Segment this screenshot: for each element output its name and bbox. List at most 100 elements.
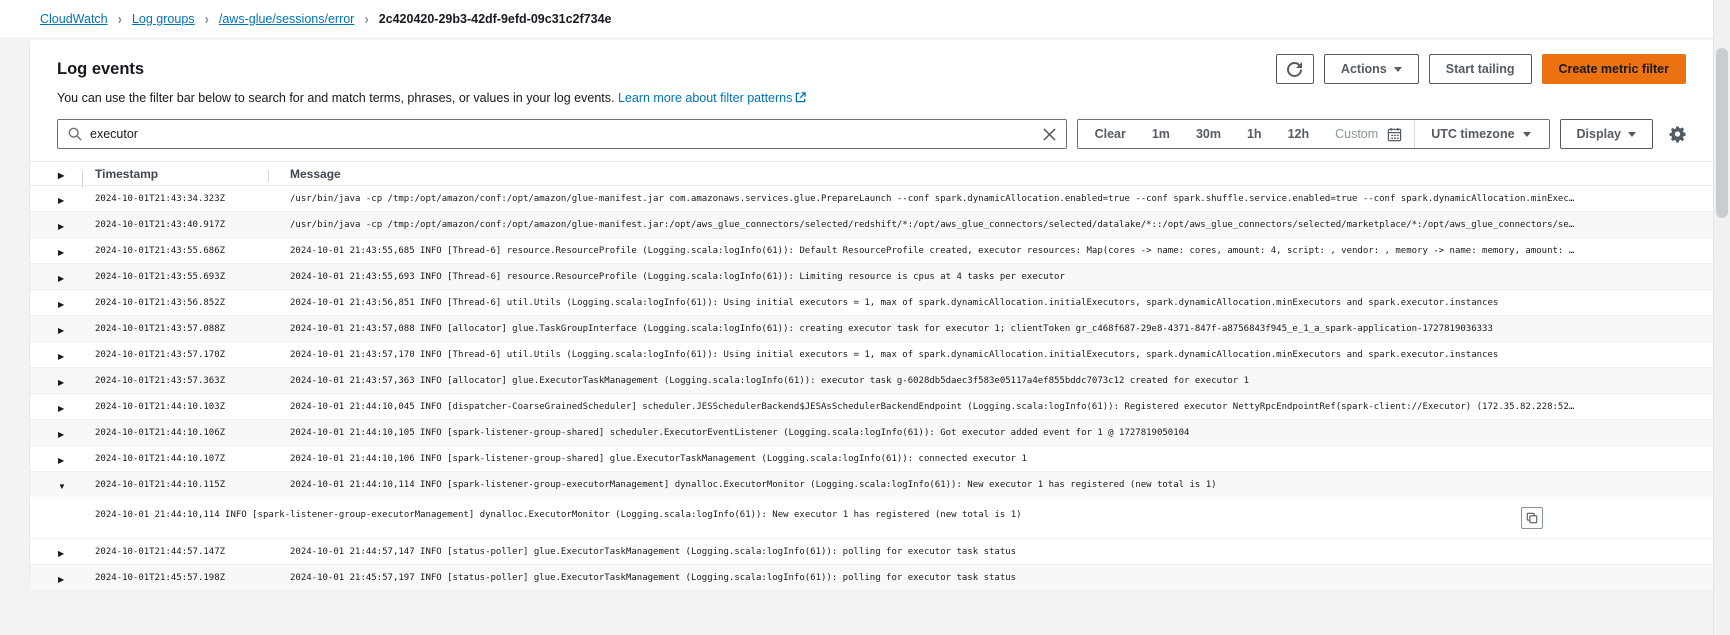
- table-row[interactable]: ▶ 2024-10-01T21:43:55.686Z 2024-10-01 21…: [30, 238, 1713, 264]
- display-dropdown[interactable]: Display: [1560, 119, 1653, 149]
- table-row[interactable]: ▶ 2024-10-01T21:43:57.170Z 2024-10-01 21…: [30, 342, 1713, 368]
- copy-icon: [1526, 512, 1538, 524]
- range-1h-button[interactable]: 1h: [1234, 127, 1275, 141]
- row-message: 2024-10-01 21:43:57,088 INFO [allocator]…: [268, 324, 1713, 334]
- gear-icon: [1669, 126, 1686, 143]
- row-expand-icon[interactable]: ▶: [58, 430, 64, 439]
- row-timestamp: 2024-10-01T21:43:34.323Z: [82, 194, 268, 204]
- table-header-row: ▶ Timestamp Message: [30, 161, 1713, 186]
- row-timestamp: 2024-10-01T21:43:55.686Z: [82, 246, 268, 256]
- row-message: 2024-10-01 21:43:56,851 INFO [Thread-6] …: [268, 298, 1713, 308]
- breadcrumb: CloudWatch › Log groups › /aws-glue/sessions…: [0, 0, 1713, 37]
- range-30m-button[interactable]: 30m: [1183, 127, 1234, 141]
- row-message: /usr/bin/java -cp /tmp:/opt/amazon/conf:…: [268, 220, 1713, 230]
- row-timestamp: 2024-10-01T21:44:10.106Z: [82, 428, 268, 438]
- row-message: 2024-10-01 21:43:57,170 INFO [Thread-6] …: [268, 350, 1713, 360]
- calendar-icon[interactable]: [1385, 127, 1412, 142]
- row-expand-icon[interactable]: ▶: [58, 248, 64, 257]
- expanded-message: 2024-10-01 21:44:10,114 INFO [spark-list…: [95, 510, 1513, 520]
- row-expand-icon[interactable]: ▶: [58, 300, 64, 309]
- table-row[interactable]: ▶ 2024-10-01T21:44:57.147Z 2024-10-01 21…: [30, 539, 1713, 565]
- learn-more-link[interactable]: Learn more about filter patterns: [618, 91, 806, 105]
- breadcrumb-link[interactable]: CloudWatch: [40, 12, 108, 26]
- table-row[interactable]: ▶ 2024-10-01T21:43:55.693Z 2024-10-01 21…: [30, 264, 1713, 290]
- chevron-down-icon: [1523, 132, 1531, 137]
- start-tailing-label: Start tailing: [1446, 62, 1515, 76]
- table-row[interactable]: ▶ 2024-10-01T21:43:56.852Z 2024-10-01 21…: [30, 290, 1713, 316]
- row-timestamp: 2024-10-01T21:43:40.917Z: [82, 220, 268, 230]
- actions-label: Actions: [1341, 62, 1387, 76]
- log-events-table: ▶ Timestamp Message ▶ 2024-10-01T21:43:3…: [30, 161, 1713, 591]
- table-row[interactable]: ▶ 2024-10-01T21:45:57.198Z 2024-10-01 21…: [30, 565, 1713, 591]
- row-timestamp: 2024-10-01T21:44:10.103Z: [82, 402, 268, 412]
- row-expand-icon[interactable]: ▶: [58, 549, 64, 558]
- log-rows: ▶ 2024-10-01T21:43:34.323Z /usr/bin/java…: [30, 186, 1713, 591]
- row-timestamp: 2024-10-01T21:43:55.693Z: [82, 272, 268, 282]
- create-metric-filter-button[interactable]: Create metric filter: [1542, 54, 1686, 84]
- row-expand-icon[interactable]: ▶: [58, 456, 64, 465]
- breadcrumb-link[interactable]: Log groups: [132, 12, 195, 26]
- table-row[interactable]: ▶ 2024-10-01T21:43:40.917Z /usr/bin/java…: [30, 212, 1713, 238]
- page-title: Log events: [57, 60, 144, 79]
- row-timestamp: 2024-10-01T21:44:10.107Z: [82, 454, 268, 464]
- custom-range-button[interactable]: Custom: [1322, 127, 1385, 141]
- copy-button[interactable]: [1521, 507, 1543, 529]
- table-row[interactable]: ▶ 2024-10-01T21:43:57.088Z 2024-10-01 21…: [30, 316, 1713, 342]
- scrollbar-thumb[interactable]: [1716, 48, 1728, 218]
- time-range-control: Clear 1m 30m 1h 12h Custom UTC timezone: [1077, 119, 1550, 149]
- clear-range-button[interactable]: Clear: [1082, 127, 1139, 141]
- row-message: 2024-10-01 21:44:10,106 INFO [spark-list…: [268, 454, 1713, 464]
- row-timestamp: 2024-10-01T21:44:10.115Z: [82, 480, 268, 490]
- row-timestamp: 2024-10-01T21:45:57.198Z: [82, 573, 268, 583]
- panel-description: You can use the filter bar below to sear…: [57, 91, 614, 105]
- breadcrumb-link[interactable]: /aws-glue/sessions/error: [219, 12, 354, 26]
- divider: [1414, 120, 1415, 148]
- row-message: 2024-10-01 21:43:55,685 INFO [Thread-6] …: [268, 246, 1713, 256]
- breadcrumb-separator-icon: ›: [364, 10, 368, 28]
- expand-all-icon[interactable]: ▶: [58, 171, 64, 180]
- row-timestamp: 2024-10-01T21:43:57.363Z: [82, 376, 268, 386]
- breadcrumb-current: 2c420420-29b3-42df-9efd-09c31c2f734e: [379, 12, 612, 26]
- row-expand-icon[interactable]: ▶: [58, 575, 64, 584]
- create-metric-filter-label: Create metric filter: [1559, 62, 1669, 76]
- refresh-button[interactable]: [1276, 54, 1314, 84]
- column-header-timestamp[interactable]: Timestamp: [82, 167, 268, 181]
- clear-filter-icon[interactable]: [1043, 128, 1056, 141]
- filter-events-searchbox[interactable]: [57, 119, 1067, 149]
- row-expand-icon[interactable]: ▶: [58, 378, 64, 387]
- row-expand-icon[interactable]: ▶: [58, 222, 64, 231]
- range-1m-button[interactable]: 1m: [1139, 127, 1183, 141]
- chevron-down-icon: [1628, 132, 1636, 137]
- breadcrumb-separator-icon: ›: [118, 10, 122, 28]
- settings-gear-button[interactable]: [1669, 126, 1686, 143]
- row-message: 2024-10-01 21:43:57,363 INFO [allocator]…: [268, 376, 1713, 386]
- table-row[interactable]: ▶ 2024-10-01T21:43:34.323Z /usr/bin/java…: [30, 186, 1713, 212]
- chevron-down-icon: [1394, 67, 1402, 72]
- range-12h-button[interactable]: 12h: [1275, 127, 1323, 141]
- table-row[interactable]: ▶ 2024-10-01T21:44:10.107Z 2024-10-01 21…: [30, 446, 1713, 472]
- row-timestamp: 2024-10-01T21:43:57.170Z: [82, 350, 268, 360]
- start-tailing-button[interactable]: Start tailing: [1429, 54, 1532, 84]
- panel-header: Log events Actions Start tailing Create …: [30, 40, 1713, 107]
- row-message: 2024-10-01 21:44:10,045 INFO [dispatcher…: [268, 402, 1713, 412]
- search-icon: [68, 127, 82, 141]
- timezone-dropdown[interactable]: UTC timezone: [1417, 127, 1544, 141]
- filter-input[interactable]: [90, 127, 1035, 141]
- row-expand-icon[interactable]: ▶: [58, 326, 64, 335]
- row-timestamp: 2024-10-01T21:44:57.147Z: [82, 547, 268, 557]
- row-expand-icon[interactable]: ▶: [58, 196, 64, 205]
- row-expand-icon[interactable]: ▶: [58, 274, 64, 283]
- table-row[interactable]: ▶ 2024-10-01T21:43:57.363Z 2024-10-01 21…: [30, 368, 1713, 394]
- table-row[interactable]: ▶ 2024-10-01T21:44:10.106Z 2024-10-01 21…: [30, 420, 1713, 446]
- header-actions: Actions Start tailing Create metric filt…: [1276, 54, 1686, 84]
- vertical-scrollbar[interactable]: [1713, 0, 1730, 635]
- actions-button[interactable]: Actions: [1324, 54, 1419, 84]
- row-message: 2024-10-01 21:44:57,147 INFO [status-pol…: [268, 547, 1713, 557]
- row-expand-icon[interactable]: ▼: [58, 482, 66, 491]
- row-expand-icon[interactable]: ▶: [58, 404, 64, 413]
- column-header-message[interactable]: Message: [268, 167, 1713, 181]
- row-message: 2024-10-01 21:45:57,197 INFO [status-pol…: [268, 573, 1713, 583]
- row-expand-icon[interactable]: ▶: [58, 352, 64, 361]
- table-row[interactable]: ▶ 2024-10-01T21:44:10.103Z 2024-10-01 21…: [30, 394, 1713, 420]
- table-row[interactable]: ▼ 2024-10-01T21:44:10.115Z 2024-10-01 21…: [30, 472, 1713, 539]
